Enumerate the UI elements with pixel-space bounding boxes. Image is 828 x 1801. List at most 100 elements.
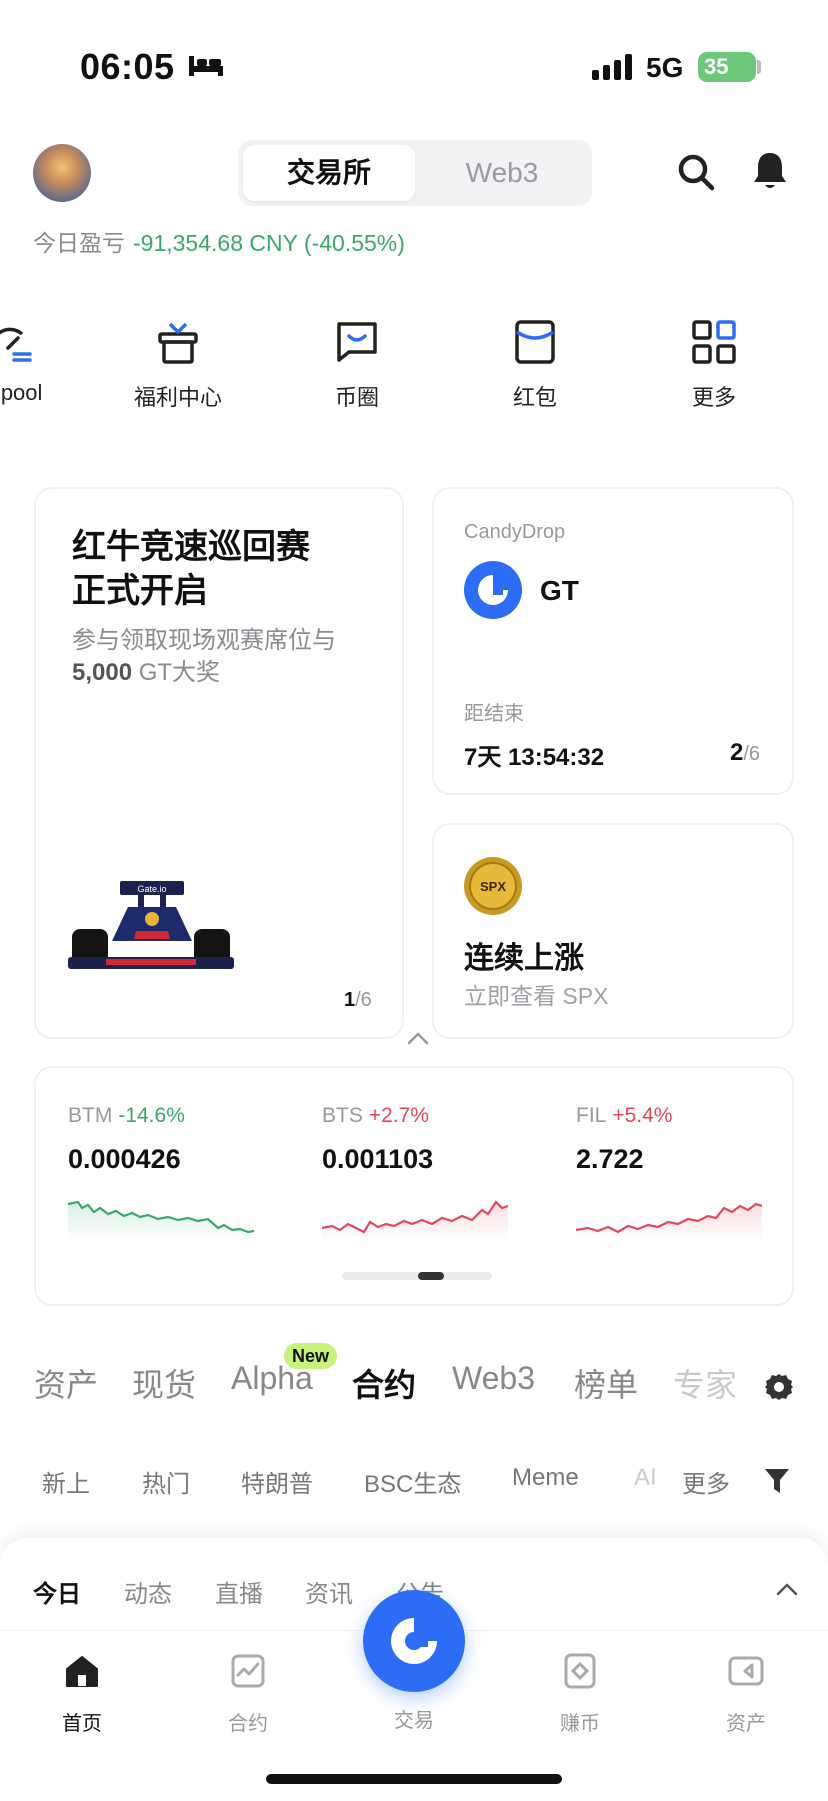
svg-text:Gate.io: Gate.io [137,884,166,894]
scroll-thumb [418,1272,444,1280]
news-tab[interactable]: 动态 [124,1574,172,1609]
sub-tab-more[interactable]: 更多 [682,1464,730,1499]
futures-icon [231,1654,265,1688]
category-tab[interactable]: 现货 [132,1360,196,1406]
sub-tab[interactable]: 特朗普 [241,1464,313,1499]
sparkline [68,1200,254,1242]
nav-label: 首页 [62,1713,102,1735]
bed-icon [189,56,223,76]
category-tab[interactable]: Web3 [452,1360,535,1397]
countdown-value: 7天 13:54:32 [464,744,605,771]
category-tab[interactable]: 资产 [34,1360,98,1406]
category-tab[interactable]: 专家 [673,1360,737,1406]
news-tab[interactable]: 资讯 [305,1574,353,1609]
nav-assets[interactable]: 资产 [696,1653,796,1736]
filter-icon[interactable] [764,1466,790,1496]
today-pnl: 今日盈亏 -91,354.68 CNY (-40.55%) [33,224,405,258]
promo-subtitle: 参与领取现场观赛席位与 5,000 GT大奖 [72,625,392,689]
shortcut-welfare[interactable]: 福利中心 [108,318,248,412]
nav-label: 赚币 [560,1713,600,1735]
category-tab[interactable]: 榜单 [574,1360,638,1406]
promo-title: 红牛竞速巡回赛 正式开启 [72,525,372,613]
search-icon[interactable] [676,152,716,192]
candydrop-page-total: /6 [743,743,761,765]
category-tabs: 资产 现货 Alpha 合约 Web3 榜单 专家 [0,1360,828,1416]
sparkline [576,1202,762,1242]
trade-icon [391,1618,437,1664]
nav-futures[interactable]: 合约 [198,1653,298,1736]
shortcut-label: 福利中心 [133,385,222,410]
status-time: 06:05 [80,46,175,87]
ticker-price: 0.000426 [68,1144,181,1174]
ticker-symbol: BTS [322,1104,363,1127]
grid-icon [692,320,736,364]
nav-label: 合约 [228,1713,268,1735]
candydrop-token: GT [540,575,579,606]
bell-icon[interactable] [750,150,790,192]
shortcut-label: 更多 [691,385,736,410]
ticker-symbol: FIL [576,1104,607,1127]
sub-tabs: 新上 热门 特朗普 BSC生态 Meme AI 更多 [0,1464,828,1500]
ticker-change: +5.4% [612,1104,673,1127]
race-car-image: Gate.io [68,881,234,969]
ticker-price: 2.722 [576,1144,644,1174]
candydrop-page-current: 2 [730,739,744,766]
ticker-symbol-row: BTS +2.7% [322,1104,429,1128]
status-bar: 06:05 5G 35 [0,0,828,120]
shortcut-more[interactable]: 更多 [644,318,784,412]
chevron-up-icon[interactable] [406,1030,430,1046]
ticker-scroll-indicator [342,1272,492,1280]
promo-pager: 1/6 [344,989,372,1012]
promo-title-text: 红牛竞速巡回赛 正式开启 [72,528,310,610]
nav-home[interactable]: 首页 [32,1653,132,1736]
trade-button[interactable] [363,1590,465,1692]
ticker-price: 0.001103 [322,1144,434,1174]
sub-tab[interactable]: 新上 [42,1464,90,1499]
ticker-change: +2.7% [368,1104,429,1127]
promo-subtitle-amount: 5,000 [72,659,133,686]
shortcut-label: 币圈 [334,385,379,410]
tab-web3[interactable]: Web3 [416,145,588,201]
battery-level: 35 [704,54,729,79]
sub-tab[interactable]: 热门 [142,1464,190,1499]
spx-card[interactable]: SPX 连续上涨 立即查看 SPX [432,823,794,1039]
launchpool-icon [0,327,32,362]
ticker-card: BTM -14.6% 0.000426 BTS +2.7% 0.001103 FIL… [34,1066,794,1306]
avatar[interactable] [33,144,91,202]
category-tab[interactable]: 合约 [352,1360,416,1406]
promo-subtitle-suffix: GT大奖 [132,659,221,686]
candydrop-pager: 2/6 [730,739,760,767]
spx-subtitle: 立即查看 SPX [464,983,609,1009]
shortcut-launchpool[interactable]: chpool [0,318,80,406]
sub-tab[interactable]: AI [634,1464,657,1492]
category-tab[interactable]: Alpha [231,1360,313,1397]
promo-page-total: /6 [355,989,372,1011]
sub-tab[interactable]: Meme [512,1464,579,1492]
ticker-symbol-row: BTM -14.6% [68,1104,185,1128]
nav-label: 资产 [726,1713,766,1735]
promo-subtitle-prefix: 参与领取现场观赛席位与 [72,627,336,654]
shortcut-community[interactable]: 币圈 [287,318,427,412]
candydrop-card[interactable]: CandyDrop GT 距结束 7天 13:54:32 2/6 [432,487,794,795]
ticker-symbol-row: FIL +5.4% [576,1104,672,1128]
promo-card[interactable]: 红牛竞速巡回赛 正式开启 参与领取现场观赛席位与 5,000 GT大奖 Gate.… [34,487,404,1039]
gear-icon[interactable] [764,1372,794,1402]
svg-text:SPX: SPX [480,879,506,894]
network-label: 5G [646,52,684,83]
signal-icon [592,54,632,80]
shortcut-label: chpool [0,380,43,405]
gt-logo-icon [464,561,522,619]
spx-coin-icon: SPX [464,857,522,915]
battery-tip [757,60,761,74]
news-tab[interactable]: 今日 [33,1574,81,1609]
home-indicator [266,1774,562,1784]
shortcut-red-envelope[interactable]: 红包 [465,318,605,412]
tab-exchange[interactable]: 交易所 [243,145,415,201]
news-tab[interactable]: 直播 [215,1574,263,1609]
pnl-value: -91,354.68 CNY (-40.55%) [133,230,405,256]
chevron-up-icon[interactable] [776,1582,798,1596]
wallet-icon [728,1656,764,1686]
sparkline [322,1200,508,1242]
nav-earn[interactable]: 赚币 [530,1653,630,1736]
sub-tab[interactable]: BSC生态 [364,1464,461,1499]
